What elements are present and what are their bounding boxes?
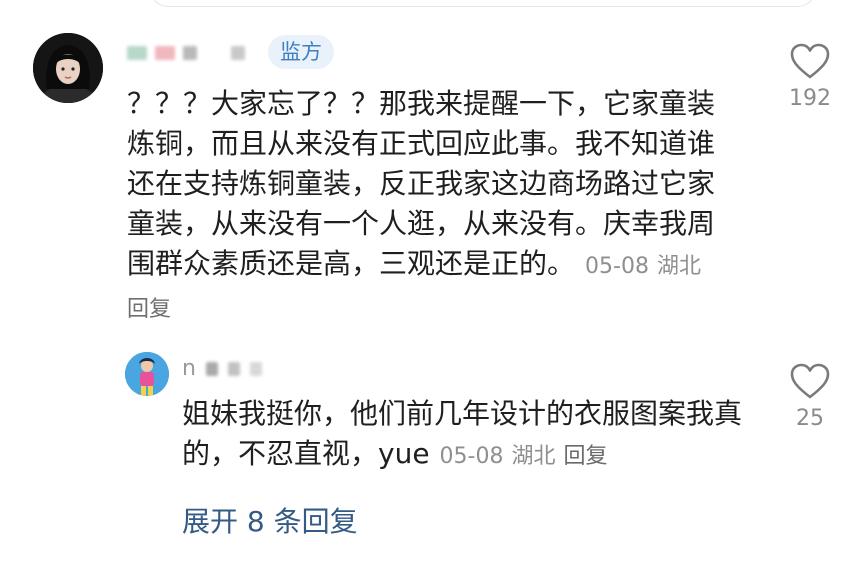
expand-replies-button[interactable]: 展开 8 条回复 [182,500,358,540]
username-obscured[interactable] [127,38,245,68]
reply-avatar[interactable] [125,352,169,396]
reply-date: 05-08 [439,444,504,469]
reply-like-button[interactable]: 25 [780,362,840,431]
comment-date: 05-08 [585,254,649,279]
reply-button[interactable]: 回复 [127,297,171,322]
comment-location: 湖北 [656,254,701,279]
username-blur [249,361,262,376]
reply-reply-button[interactable]: 回复 [564,444,608,469]
like-count: 192 [789,86,831,111]
avatar-portrait-icon [33,33,103,103]
reply-meta: 05-08 湖北 回复 [440,444,616,469]
avatar-cartoon-icon [125,352,169,396]
username-blur [227,361,240,376]
comment-body: ？？？大家忘了？？那我来提醒一下，它家童装炼铜，而且从来没有正式回应此事。我不知… [127,87,716,280]
reply-like-count: 25 [796,406,824,431]
like-button[interactable]: 192 [780,42,840,111]
reply-text: 姐妹我挺你，他们前几年设计的衣服图案我真的，不忍直视，yue 05-08 湖北 回复 [182,394,762,477]
avatar[interactable] [33,33,103,103]
location-badge: 监方 [268,35,334,69]
reply-location: 湖北 [511,444,556,469]
heart-outline-icon [790,363,830,399]
reply-username-visible: n [182,356,196,381]
comment-text: ？？？大家忘了？？那我来提醒一下，它家童装炼铜，而且从来没有正式回应此事。我不知… [127,84,727,330]
reply-username[interactable]: n [182,356,262,381]
heart-outline-icon [790,43,830,79]
username-blur [205,361,218,376]
previous-comment-card-edge [150,0,816,7]
